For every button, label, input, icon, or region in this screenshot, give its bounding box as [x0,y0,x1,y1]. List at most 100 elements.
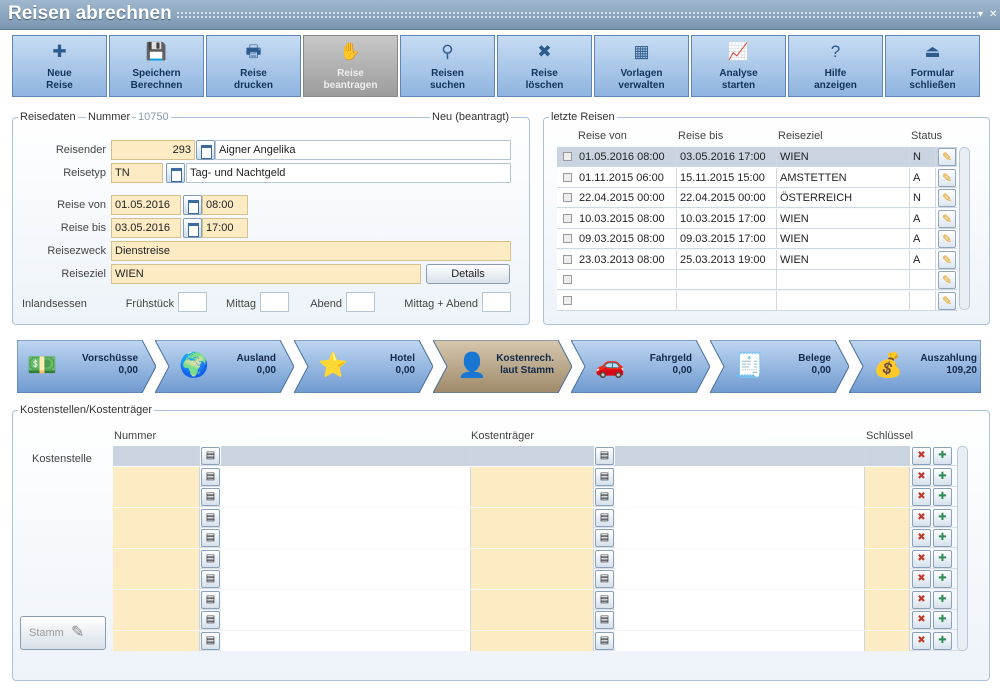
reisender-name-field[interactable]: Aigner Angelika [215,140,511,160]
table-row[interactable]: ✎ [557,270,957,290]
kostentraeger-picker-icon[interactable]: ▤ [595,611,614,629]
kostenstelle-number-field[interactable] [113,569,200,589]
delete-row-icon[interactable]: ✖ [912,447,931,465]
add-row-icon[interactable]: ✚ [933,611,952,629]
kostentraeger-picker-icon[interactable]: ▤ [595,549,614,568]
kostenstelle-picker-icon[interactable]: ▤ [201,611,220,629]
kostentraeger-number-field[interactable] [471,446,594,466]
schluessel-field[interactable] [865,610,910,630]
kostentraeger-number-field[interactable] [471,589,594,610]
kostenstelle-name-field[interactable] [221,630,471,651]
schluessel-field[interactable] [865,466,910,487]
row-checkbox[interactable] [563,193,572,202]
kostenstelle-picker-icon[interactable]: ▤ [201,590,220,609]
kostentraeger-name-field[interactable] [615,507,865,528]
toolbar-button-9[interactable]: ⏏ Formular schließen [885,35,980,97]
reisetyp-picker-icon[interactable] [166,163,185,183]
delete-row-icon[interactable]: ✖ [912,529,931,547]
reisender-picker-icon[interactable] [196,140,215,160]
letzte-reisen-scrollbar[interactable] [959,147,970,310]
add-row-icon[interactable]: ✚ [933,447,952,465]
kostenstelle-picker-icon[interactable]: ▤ [201,529,220,547]
kostenstelle-name-field[interactable] [221,610,471,630]
kostentraeger-number-field[interactable] [471,507,594,528]
kostenstelle-number-field[interactable] [113,610,200,630]
toolbar-button-3[interactable]: ✋ Reise beantragen [303,35,398,97]
schluessel-field[interactable] [865,487,910,507]
kostenstelle-number-field[interactable] [113,548,200,569]
schluessel-field[interactable] [865,548,910,569]
add-row-icon[interactable]: ✚ [933,590,952,609]
edit-pencil-icon[interactable]: ✎ [938,189,956,207]
toolbar-button-7[interactable]: 📈 Analyse starten [691,35,786,97]
kostenstelle-number-field[interactable] [113,507,200,528]
step-3[interactable]: 👤 Kostenrech. laut Stamm [433,340,572,393]
kostentraeger-picker-icon[interactable]: ▤ [595,488,614,506]
kostenstelle-number-field[interactable] [113,528,200,548]
reisetyp-name-field[interactable]: Tag- und Nachtgeld [186,163,511,183]
table-row[interactable]: 10.03.2015 08:00 10.03.2015 17:00 WIEN A ✎ [557,208,957,229]
row-checkbox[interactable] [563,172,572,182]
kostenstelle-number-field[interactable] [113,630,200,651]
toolbar-button-5[interactable]: ✖ Reise löschen [497,35,592,97]
step-6[interactable]: 💰 Auszahlung 109,20 [849,340,981,393]
add-row-icon[interactable]: ✚ [933,508,952,527]
step-4[interactable]: 🚗 Fahrgeld 0,00 [571,340,710,393]
fruehstueck-field[interactable] [178,292,207,312]
toolbar-button-6[interactable]: ▦ Vorlagen verwalten [594,35,689,97]
kostenstelle-picker-icon[interactable]: ▤ [201,631,220,650]
step-5[interactable]: 🧾 Belege 0,00 [710,340,849,393]
edit-pencil-icon[interactable]: ✎ [938,230,956,248]
row-checkbox[interactable] [563,152,572,161]
kostentraeger-number-field[interactable] [471,487,594,507]
reise-bis-date-field[interactable]: 03.05.2016 [111,218,181,238]
edit-pencil-icon[interactable]: ✎ [938,271,956,289]
schluessel-field[interactable] [865,589,910,610]
table-row[interactable]: 01.11.2015 06:00 15.11.2015 15:00 AMSTETTE… [557,167,957,188]
kostentraeger-name-field[interactable] [615,569,865,589]
toolbar-button-2[interactable]: 🖶 Reise drucken [206,35,301,97]
kostenstelle-name-field[interactable] [221,589,471,610]
kostenstelle-name-field[interactable] [221,569,471,589]
table-row[interactable]: 09.03.2015 08:00 09.03.2015 17:00 WIEN A ✎ [557,229,957,249]
edit-pencil-icon[interactable]: ✎ [938,250,956,269]
edit-pencil-icon[interactable]: ✎ [938,148,956,166]
kostentraeger-number-field[interactable] [471,466,594,487]
kostentraeger-picker-icon[interactable]: ▤ [595,570,614,588]
kostentraeger-name-field[interactable] [615,466,865,487]
table-row[interactable]: 23.03.2013 08:00 25.03.2013 19:00 WIEN A ✎ [557,249,957,270]
kostenstelle-picker-icon[interactable]: ▤ [201,467,220,486]
toolbar-button-4[interactable]: ⚲ Reisen suchen [400,35,495,97]
kostentraeger-picker-icon[interactable]: ▤ [595,590,614,609]
kostenstelle-number-field[interactable] [113,487,200,507]
step-2[interactable]: ⭐ Hotel 0,00 [294,340,433,393]
kostentraeger-name-field[interactable] [615,487,865,507]
kostentraeger-number-field[interactable] [471,528,594,548]
add-row-icon[interactable]: ✚ [933,467,952,486]
schluessel-field[interactable] [865,569,910,589]
kostentraeger-name-field[interactable] [615,528,865,548]
toolbar-button-8[interactable]: ? Hilfe anzeigen [788,35,883,97]
schluessel-field[interactable] [865,630,910,651]
delete-row-icon[interactable]: ✖ [912,590,931,609]
kostenstelle-picker-icon[interactable]: ▤ [201,570,220,588]
reise-von-time-field[interactable]: 08:00 [202,195,248,215]
kostenstelle-picker-icon[interactable]: ▤ [201,488,220,506]
kostenstelle-name-field[interactable] [221,507,471,528]
delete-row-icon[interactable]: ✖ [912,508,931,527]
kostentraeger-number-field[interactable] [471,548,594,569]
kostentraeger-picker-icon[interactable]: ▤ [595,529,614,547]
delete-row-icon[interactable]: ✖ [912,488,931,506]
kostentraeger-picker-icon[interactable]: ▤ [595,508,614,527]
step-0[interactable]: 💵 Vorschüsse 0,00 [17,340,156,393]
reise-bis-calendar-icon[interactable] [183,218,202,238]
delete-row-icon[interactable]: ✖ [912,570,931,588]
delete-row-icon[interactable]: ✖ [912,467,931,486]
add-row-icon[interactable]: ✚ [933,549,952,568]
kostentraeger-picker-icon[interactable]: ▤ [595,631,614,650]
reiseziel-field[interactable]: WIEN [111,264,421,284]
reisezweck-field[interactable]: Dienstreise [111,241,511,261]
kostentraeger-name-field[interactable] [615,446,865,466]
delete-row-icon[interactable]: ✖ [912,631,931,650]
kostenstelle-name-field[interactable] [221,548,471,569]
